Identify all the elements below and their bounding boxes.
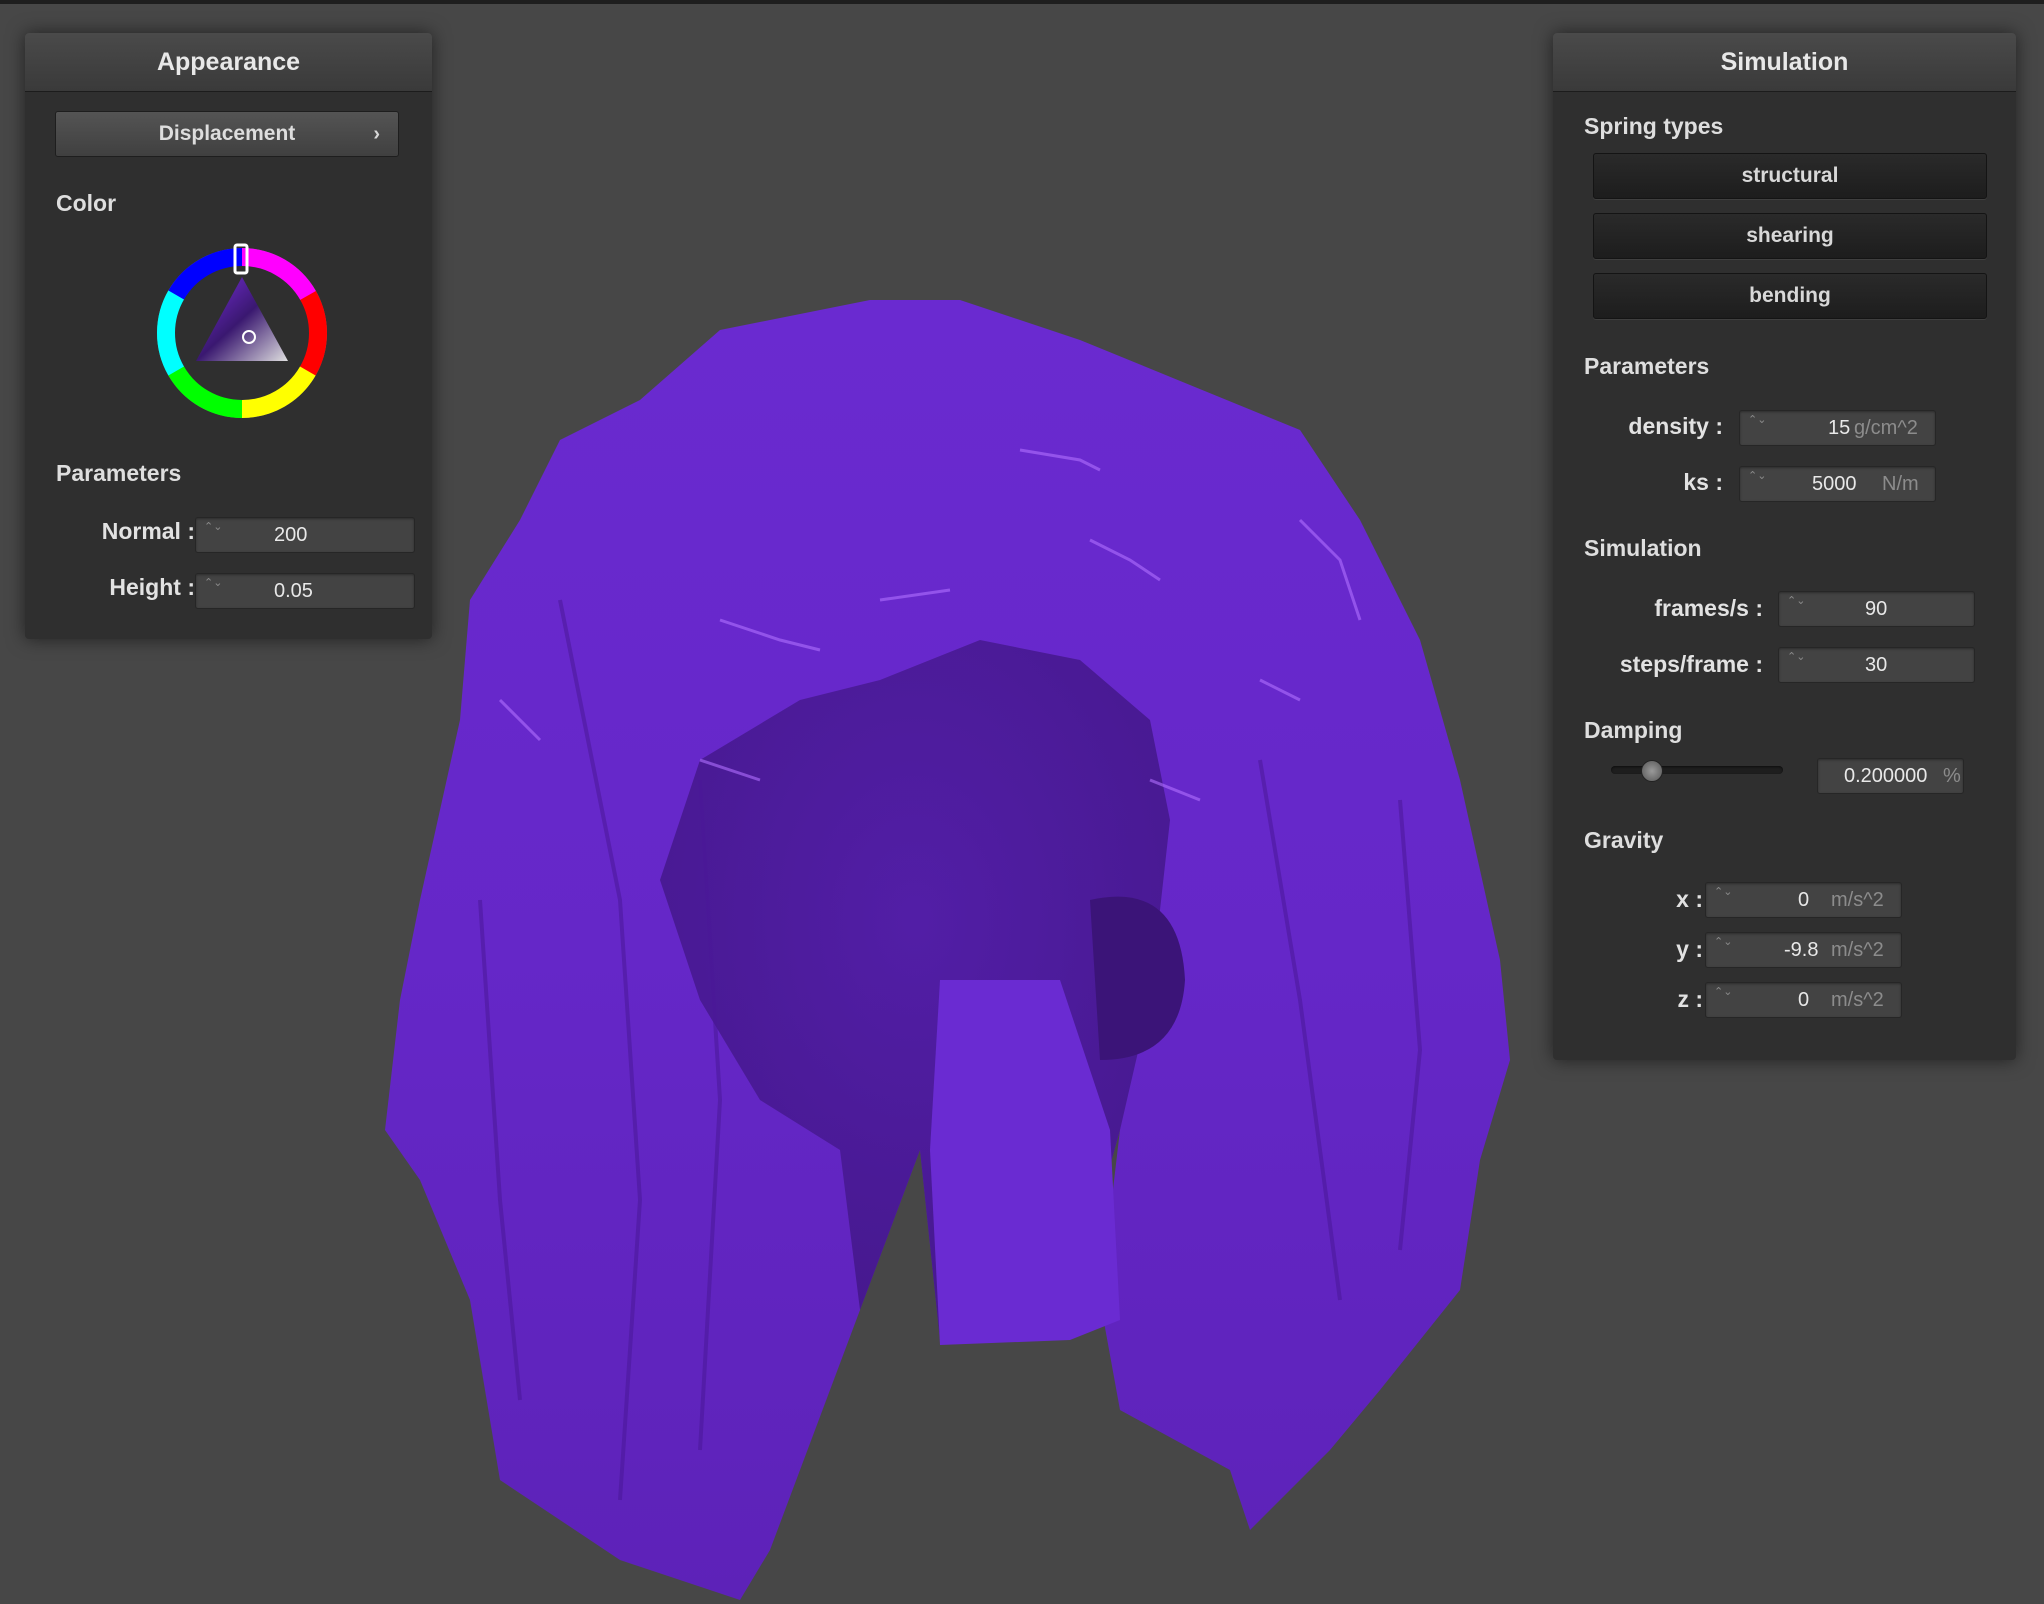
simulation-panel-title[interactable]: Simulation: [1553, 33, 2016, 92]
ks-unit: N/m: [1882, 473, 1919, 495]
damping-unit: %: [1943, 765, 1961, 787]
color-section-label: Color: [56, 190, 117, 216]
spinner-arrows-icon[interactable]: ⌃⌄: [1714, 936, 1732, 964]
ks-input[interactable]: ⌃⌄ 5000 N/m: [1739, 466, 1936, 502]
density-input[interactable]: ⌃⌄ 15 g/cm^2: [1739, 410, 1936, 446]
height-input[interactable]: ⌃⌄ 0.05: [195, 573, 415, 609]
appearance-panel: Appearance Displacement › Color Paramete…: [25, 33, 432, 639]
spring-types-label: Spring types: [1584, 113, 1724, 139]
steps-label: steps/frame :: [1619, 651, 1763, 677]
normal-label: Normal :: [101, 518, 195, 544]
simulation-panel: Simulation Spring types structural shear…: [1553, 33, 2016, 1060]
gravity-y-unit: m/s^2: [1831, 939, 1884, 961]
fps-label: frames/s :: [1654, 595, 1763, 621]
spinner-arrows-icon[interactable]: ⌃⌄: [1714, 986, 1732, 1014]
spinner-arrows-icon[interactable]: ⌃⌄: [1787, 651, 1805, 679]
normal-input[interactable]: ⌃⌄ 200: [195, 517, 415, 553]
damping-input[interactable]: 0.200000 %: [1817, 758, 1964, 794]
gravity-z-unit: m/s^2: [1831, 989, 1884, 1011]
spinner-arrows-icon[interactable]: ⌃⌄: [1748, 414, 1766, 442]
gravity-x-unit: m/s^2: [1831, 889, 1884, 911]
damping-label: Damping: [1584, 717, 1683, 743]
sim-section-label: Simulation: [1584, 535, 1702, 561]
fps-value: 90: [1865, 598, 1888, 620]
chevron-right-icon: ›: [373, 123, 380, 145]
normal-value: 200: [274, 524, 308, 546]
ks-label: ks :: [1683, 469, 1723, 495]
spinner-arrows-icon[interactable]: ⌃⌄: [1714, 886, 1732, 914]
height-value: 0.05: [274, 580, 313, 602]
appearance-parameters-label: Parameters: [56, 460, 182, 486]
gravity-y-label: y :: [1676, 936, 1703, 962]
spinner-arrows-icon[interactable]: ⌃⌄: [204, 521, 222, 549]
gravity-z-label: z :: [1677, 986, 1703, 1012]
damping-value: 0.200000: [1844, 765, 1928, 787]
slider-track: [1611, 766, 1783, 774]
ks-value: 5000: [1812, 473, 1857, 495]
damping-slider[interactable]: [1611, 760, 1783, 782]
bending-spring-button[interactable]: bending: [1593, 273, 1987, 319]
shearing-spring-button[interactable]: shearing: [1593, 213, 1987, 259]
gravity-x-value: 0: [1798, 889, 1810, 911]
density-label: density :: [1628, 413, 1723, 439]
gravity-label: Gravity: [1584, 827, 1664, 853]
color-wheel[interactable]: [142, 233, 342, 433]
sim-parameters-label: Parameters: [1584, 353, 1710, 379]
gravity-x-label: x :: [1676, 886, 1703, 912]
spinner-arrows-icon[interactable]: ⌃⌄: [1748, 470, 1766, 498]
displacement-popup-button[interactable]: Displacement ›: [55, 111, 399, 157]
slider-knob[interactable]: [1641, 760, 1663, 782]
gravity-y-value: -9.8: [1784, 939, 1819, 961]
density-value: 15: [1828, 417, 1851, 439]
density-unit: g/cm^2: [1854, 417, 1918, 439]
gravity-x-input[interactable]: ⌃⌄ 0 m/s^2: [1705, 882, 1902, 918]
structural-spring-button[interactable]: structural: [1593, 153, 1987, 199]
steps-input[interactable]: ⌃⌄ 30: [1778, 647, 1975, 683]
gravity-z-value: 0: [1798, 989, 1810, 1011]
spinner-arrows-icon[interactable]: ⌃⌄: [1787, 595, 1805, 623]
gravity-y-input[interactable]: ⌃⌄ -9.8 m/s^2: [1705, 932, 1902, 968]
steps-value: 30: [1865, 654, 1888, 676]
saturation-value-triangle[interactable]: [196, 277, 288, 361]
height-label: Height :: [109, 574, 195, 600]
gravity-z-input[interactable]: ⌃⌄ 0 m/s^2: [1705, 982, 1902, 1018]
spinner-arrows-icon[interactable]: ⌃⌄: [204, 577, 222, 605]
displacement-button-label: Displacement: [158, 122, 296, 145]
cloth-mesh: [385, 300, 1510, 1600]
fps-input[interactable]: ⌃⌄ 90: [1778, 591, 1975, 627]
appearance-panel-title[interactable]: Appearance: [25, 33, 432, 92]
